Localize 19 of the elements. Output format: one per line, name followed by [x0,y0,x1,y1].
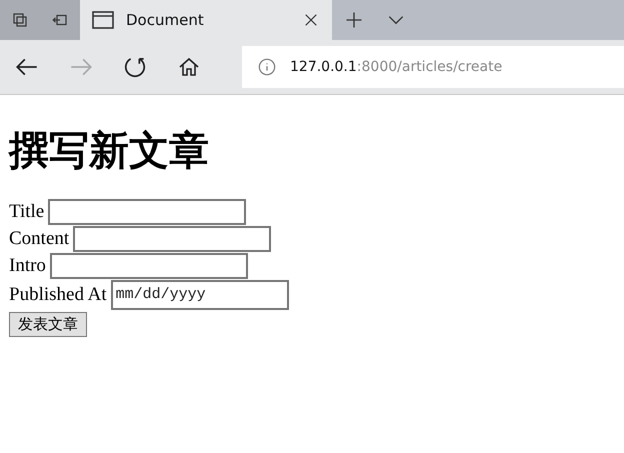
input-field[interactable] [48,198,246,224]
info-icon [258,58,276,76]
new-tab-icon[interactable] [344,10,364,30]
url-path: :8000/articles/create [356,59,502,75]
input-field[interactable] [73,226,272,252]
field-label: Content [9,228,70,250]
date-field[interactable]: mm/dd/yyyy [110,280,289,310]
page-heading: 撰写新文章 [9,127,210,176]
submit-button[interactable]: 发表文章 [9,312,87,337]
page-icon [92,11,114,29]
url-host: 127.0.0.1 [290,59,357,75]
input-field[interactable] [50,252,248,278]
field-label: Published At [9,284,107,306]
field-label: Title [9,200,44,222]
browser-tab[interactable]: Document [80,0,332,40]
field-label: Intro [9,254,46,276]
home-icon[interactable] [177,55,201,79]
tabs-icon[interactable] [11,11,29,29]
address-bar[interactable]: 127.0.0.1:8000/articles/create [242,46,624,88]
